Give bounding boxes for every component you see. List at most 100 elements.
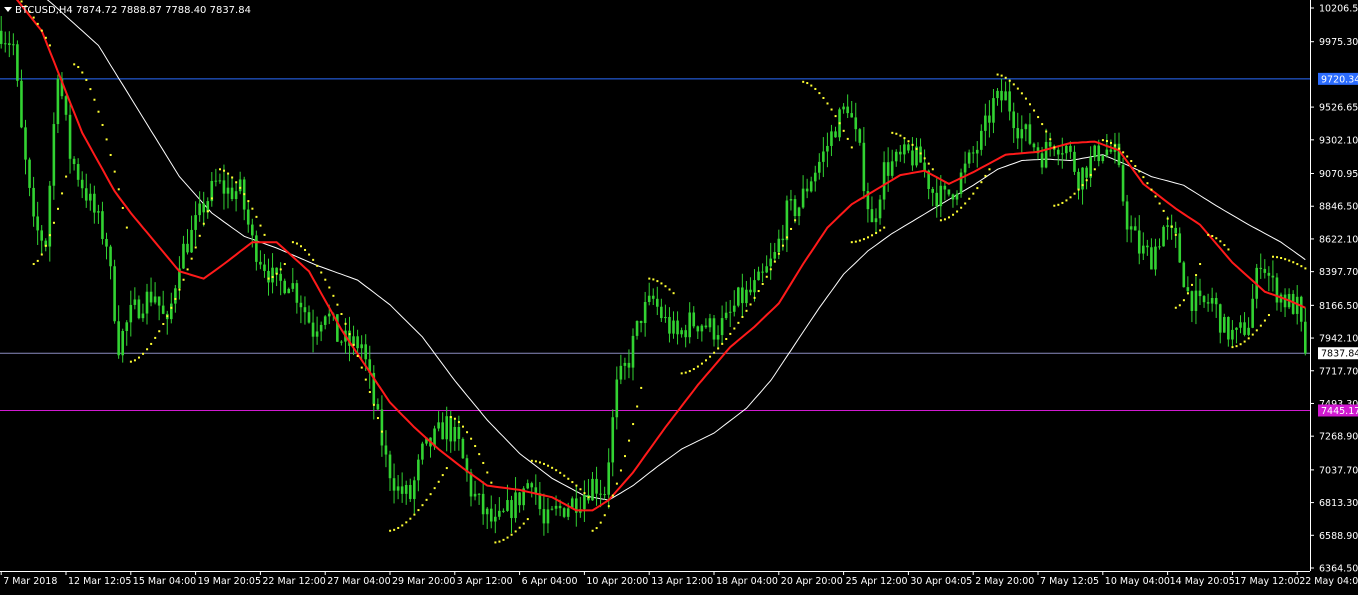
sar-dot xyxy=(356,354,359,357)
candle xyxy=(246,200,250,233)
sar-dot xyxy=(907,140,910,143)
sar-dot xyxy=(1085,179,1088,182)
sar-dot xyxy=(1089,173,1092,176)
candle xyxy=(295,279,299,314)
candle xyxy=(899,145,902,162)
sar-dot xyxy=(421,504,424,507)
candle xyxy=(805,178,809,199)
sar-dot xyxy=(522,522,525,525)
candle xyxy=(1133,217,1137,231)
sar-dot xyxy=(210,197,213,200)
sar-dot xyxy=(838,122,841,125)
candle xyxy=(473,480,477,501)
candle xyxy=(878,194,882,225)
sar-dot xyxy=(777,252,780,255)
sar-dot xyxy=(571,481,574,484)
price-chart[interactable]: 10206.50 9975.30 9526.65 9302.10 9070.95 8846… xyxy=(0,0,1358,595)
candle xyxy=(903,137,906,164)
candle xyxy=(769,242,772,280)
candle xyxy=(943,181,947,201)
sar-dot xyxy=(619,469,622,472)
dropdown-triangle-icon[interactable] xyxy=(4,7,12,12)
candle xyxy=(526,479,529,490)
candle xyxy=(546,497,550,534)
candle xyxy=(64,95,68,121)
sar-dot xyxy=(1272,255,1274,258)
sar-dot xyxy=(927,162,930,165)
chart-window[interactable]: 10206.50 9975.30 9526.65 9302.10 9070.95 8846… xyxy=(0,0,1358,595)
candle xyxy=(376,398,380,411)
sar-dot xyxy=(575,484,578,487)
sar-dot xyxy=(1045,130,1048,133)
sar-dot xyxy=(48,44,51,47)
sar-dot xyxy=(1008,79,1011,82)
time-tick-label: 18 Apr 04:00 xyxy=(716,576,778,587)
sar-dot xyxy=(239,186,242,189)
sar-dot xyxy=(830,108,833,111)
sar-dot xyxy=(984,174,987,177)
horizontal-lines-layer xyxy=(0,78,1310,411)
sar-dot xyxy=(1118,147,1121,150)
candle xyxy=(1214,292,1218,318)
candle xyxy=(728,299,732,327)
candle xyxy=(1162,225,1165,247)
sar-dot xyxy=(1300,265,1303,268)
candle xyxy=(141,303,145,322)
candle xyxy=(1202,294,1206,308)
sar-dot xyxy=(1012,83,1015,86)
sar-dot xyxy=(510,533,513,536)
sar-dot xyxy=(956,210,959,213)
sar-dot xyxy=(530,459,533,462)
candle xyxy=(846,94,849,119)
sar-dot xyxy=(737,321,740,324)
candle xyxy=(967,149,971,169)
svg-text:7837.84: 7837.84 xyxy=(1321,349,1358,360)
sar-dot xyxy=(417,509,420,512)
candle xyxy=(400,472,404,503)
sar-dot xyxy=(1178,304,1181,307)
candle xyxy=(1267,266,1271,292)
candle xyxy=(226,173,230,209)
sar-dot xyxy=(494,541,497,544)
time-tick-label: 10 May 04:00 xyxy=(1105,576,1170,587)
candle xyxy=(404,480,408,505)
sar-dot xyxy=(543,462,545,465)
sar-dot xyxy=(948,216,950,219)
sar-dot xyxy=(142,352,145,355)
sar-dot xyxy=(328,286,331,289)
candle xyxy=(153,282,157,305)
sar-dot xyxy=(972,192,975,195)
time-tick-label: 29 Mar 20:00 xyxy=(392,576,455,587)
candle xyxy=(206,197,210,219)
candle xyxy=(890,149,894,179)
candle xyxy=(996,87,999,106)
candle xyxy=(368,345,372,389)
candle xyxy=(647,282,651,306)
symbol-info: BTCUSD,H4 7874.72 7888.87 7788.40 7837.8… xyxy=(4,5,251,16)
candle xyxy=(1146,239,1149,256)
sar-dot xyxy=(247,200,250,203)
sar-dot xyxy=(1126,155,1129,158)
candle xyxy=(481,481,485,525)
candle xyxy=(392,463,396,504)
candle xyxy=(984,103,987,146)
candle xyxy=(16,40,19,87)
candle xyxy=(76,158,80,187)
sar-dot xyxy=(583,492,586,495)
candle xyxy=(340,340,343,346)
candle xyxy=(234,182,238,212)
sar-dot xyxy=(1239,343,1242,346)
sar-dot xyxy=(125,226,128,229)
sar-dot xyxy=(640,386,643,389)
sar-dot xyxy=(40,29,43,32)
candle xyxy=(700,324,704,342)
price-tick-label: 7037.70 xyxy=(1319,465,1358,476)
sar-dot xyxy=(1304,267,1307,270)
candle xyxy=(1259,253,1263,279)
candle xyxy=(441,412,444,440)
sar-dot xyxy=(73,63,76,66)
candle xyxy=(1218,303,1222,344)
candle xyxy=(858,128,862,146)
candle xyxy=(587,479,590,504)
sar-dot xyxy=(231,176,234,179)
